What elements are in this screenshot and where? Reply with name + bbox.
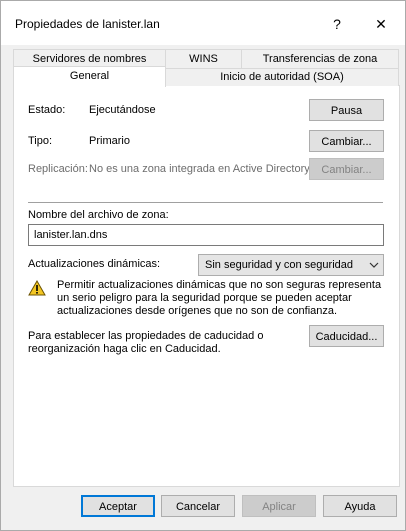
title-bar: Propiedades de lanister.lan ? ✕ [1,1,405,45]
tab-wins[interactable]: WINS [165,49,242,69]
change-replication-button[interactable]: Cambiar... [309,158,384,180]
help-button[interactable]: Ayuda [323,495,397,517]
dynamic-updates-value: Sin seguridad y con seguridad [205,259,353,271]
warning-icon [28,279,46,296]
tab-inicio-autoridad[interactable]: Inicio de autoridad (SOA) [165,68,399,86]
window-title: Propiedades de lanister.lan [15,17,160,31]
status-value: Ejecutándose [89,104,156,116]
aging-button[interactable]: Caducidad... [309,325,384,347]
change-type-button[interactable]: Cambiar... [309,130,384,152]
dynamic-updates-label: Actualizaciones dinámicas: [28,258,161,270]
replication-value: No es una zona integrada en Active Direc… [89,163,310,175]
chevron-down-icon [369,255,379,282]
replication-label: Replicación: [28,163,88,175]
tab-general[interactable]: General [13,66,166,87]
type-label: Tipo: [28,135,53,147]
separator [28,202,383,203]
status-label: Estado: [28,104,66,116]
dynamic-updates-select[interactable]: Sin seguridad y con seguridad [198,254,384,276]
pause-button[interactable]: Pausa [309,99,384,121]
type-value: Primario [89,135,130,147]
zone-file-label: Nombre del archivo de zona: [28,209,169,221]
apply-button[interactable]: Aplicar [242,495,316,517]
tab-transferencias-zona[interactable]: Transferencias de zona [241,49,399,69]
warning-text: Permitir actualizaciones dinámicas que n… [57,279,382,317]
ok-button[interactable]: Aceptar [81,495,155,517]
aging-text: Para establecer las propiedades de caduc… [28,330,264,355]
close-icon[interactable]: ✕ [367,10,395,38]
zone-file-input[interactable]: lanister.lan.dns [28,224,384,246]
cancel-button[interactable]: Cancelar [161,495,235,517]
properties-dialog: Propiedades de lanister.lan ? ✕ Servidor… [0,0,406,531]
help-title-button[interactable]: ? [323,10,351,38]
